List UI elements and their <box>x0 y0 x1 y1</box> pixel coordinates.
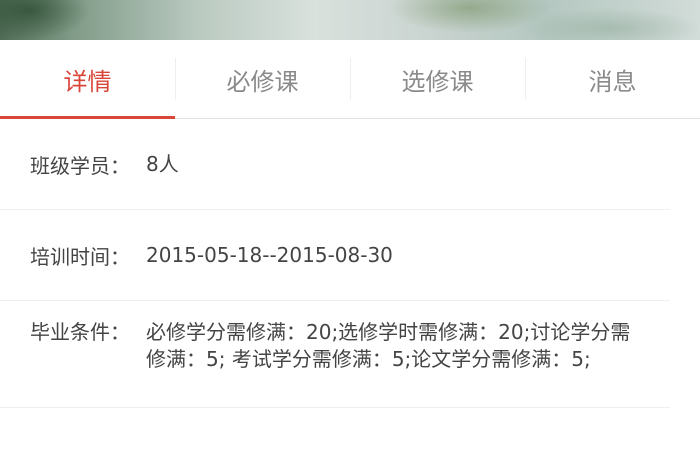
tab-bar: 详情 必修课 选修课 消息 <box>0 40 700 119</box>
graduation-conditions-label: 毕业条件： <box>30 320 130 344</box>
training-period-label: 培训时间： <box>30 244 130 269</box>
members-value: 8人 <box>146 151 179 176</box>
detail-row-graduation-conditions: 毕业条件： 必修学分需修满：20;选修学时需修满：20;讨论学分需修满：5; 考… <box>0 301 670 408</box>
detail-row-members: 班级学员： 8人 <box>0 119 670 210</box>
details-panel: 班级学员： 8人 培训时间： 2015-05-18--2015-08-30 毕业… <box>0 119 700 456</box>
tab-required-courses[interactable]: 必修课 <box>175 40 350 118</box>
tab-details[interactable]: 详情 <box>0 40 175 119</box>
detail-row-next <box>0 408 670 456</box>
detail-row-training-period: 培训时间： 2015-05-18--2015-08-30 <box>0 210 670 301</box>
members-label: 班级学员： <box>30 153 130 178</box>
training-period-value: 2015-05-18--2015-08-30 <box>146 242 393 267</box>
tab-elective-courses[interactable]: 选修课 <box>350 40 525 118</box>
banner-image <box>0 0 700 40</box>
tab-messages[interactable]: 消息 <box>525 40 700 118</box>
graduation-conditions-value: 必修学分需修满：20;选修学时需修满：20;讨论学分需修满：5; 考试学分需修满… <box>146 320 631 371</box>
